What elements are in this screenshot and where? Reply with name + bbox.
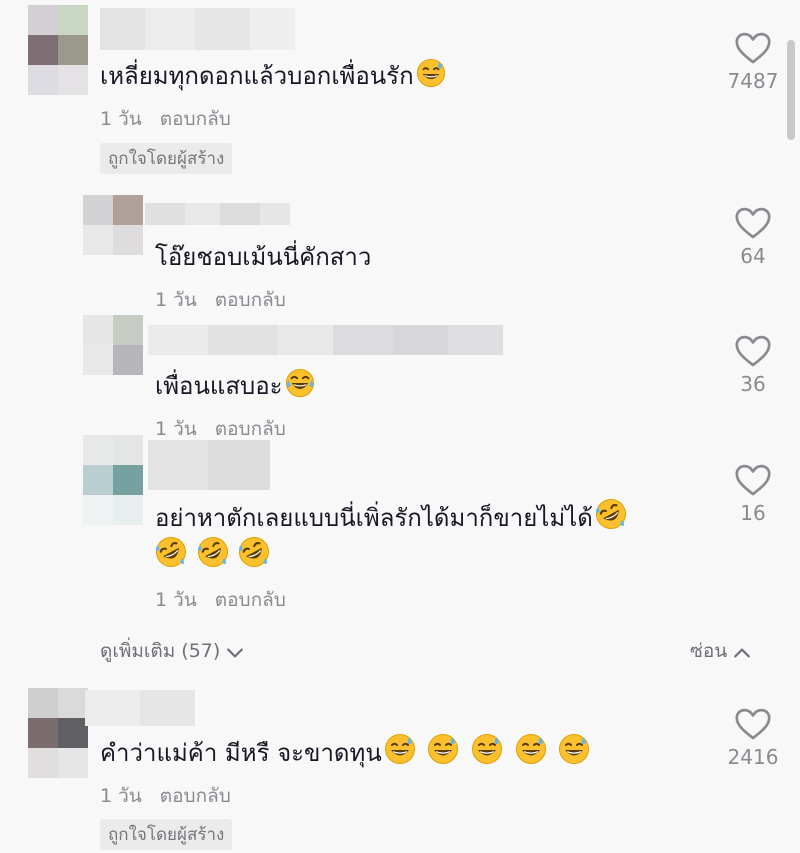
view-more-replies-button[interactable]: ดูเพิ่มเติม (57) [100,636,244,666]
avatar[interactable] [83,435,143,525]
avatar[interactable] [83,315,143,375]
reply-button[interactable]: ตอบกลับ [160,785,231,807]
reply-text: อย่าหาตักเลยแบบนี่เพิ่ลรักได้มาก็ขายไม่ไ… [155,498,627,535]
like-button[interactable]: 64 [713,207,793,268]
sweat-smile-emoji [416,58,446,88]
rofl-emoji [238,536,270,568]
sweat-smile-emoji [558,733,590,765]
heart-outline-icon [735,708,771,741]
like-button[interactable]: 7487 [713,32,793,93]
heart-outline-icon [735,207,771,240]
sweat-smile-emoji [471,733,503,765]
sweat-smile-emoji [427,733,459,765]
reply-text: เพื่อนแสบอะ [155,368,315,403]
comment-time: 1 วัน [100,108,142,130]
reply-button[interactable]: ตอบกลับ [215,418,286,440]
joy-emoji [285,368,315,398]
sweat-smile-emoji [384,733,416,765]
like-button[interactable]: 2416 [713,708,793,769]
rofl-emoji [595,498,627,530]
reply-emoji-line [155,536,270,573]
creator-liked-badge: ถูกใจโดยผู้สร้าง [100,819,233,850]
rofl-emoji [197,536,229,568]
reply-time: 1 วัน [155,589,197,611]
username-blurred[interactable] [148,325,503,355]
avatar[interactable] [28,5,88,95]
like-count: 16 [740,501,766,525]
reply-time: 1 วัน [155,418,197,440]
username-blurred[interactable] [100,8,295,50]
like-count: 64 [740,244,766,268]
sweat-smile-emoji [515,733,547,765]
heart-outline-icon [735,464,771,497]
comment-text: เหลี่ยมทุกดอกแล้วบอกเพื่อนรัก [100,58,446,93]
username-blurred[interactable] [145,203,290,225]
like-count: 7487 [727,69,779,93]
like-count: 2416 [727,745,779,769]
reply-time: 1 วัน [155,289,197,311]
comment-meta: 1 วัน ตอบกลับ [100,104,231,134]
username-blurred[interactable] [85,690,195,726]
reply-button[interactable]: ตอบกลับ [215,589,286,611]
username-blurred[interactable] [148,440,270,490]
avatar[interactable] [83,195,143,255]
reply-meta: 1 วัน ตอบกลับ [155,585,286,615]
hide-replies-button[interactable]: ซ่อน [690,636,751,666]
comment-meta: 1 วัน ตอบกลับ [100,781,231,811]
chevron-up-icon [733,647,751,659]
reply-button[interactable]: ตอบกลับ [215,289,286,311]
avatar[interactable] [28,688,88,778]
creator-liked-badge: ถูกใจโดยผู้สร้าง [100,143,233,174]
reply-button[interactable]: ตอบกลับ [160,108,231,130]
reply-text: โอ๊ยชอบเม้นนี่คักสาว [155,243,372,271]
heart-outline-icon [735,335,771,368]
heart-outline-icon [735,32,771,65]
like-button[interactable]: 16 [713,464,793,525]
reply-meta: 1 วัน ตอบกลับ [155,285,286,315]
like-button[interactable]: 36 [713,335,793,396]
like-count: 36 [740,372,766,396]
comment-text: คำว่าแม่ค้า มีหรื จะขาดทุน [100,733,590,770]
chevron-down-icon [226,647,244,659]
comment-time: 1 วัน [100,785,142,807]
rofl-emoji [155,536,187,568]
